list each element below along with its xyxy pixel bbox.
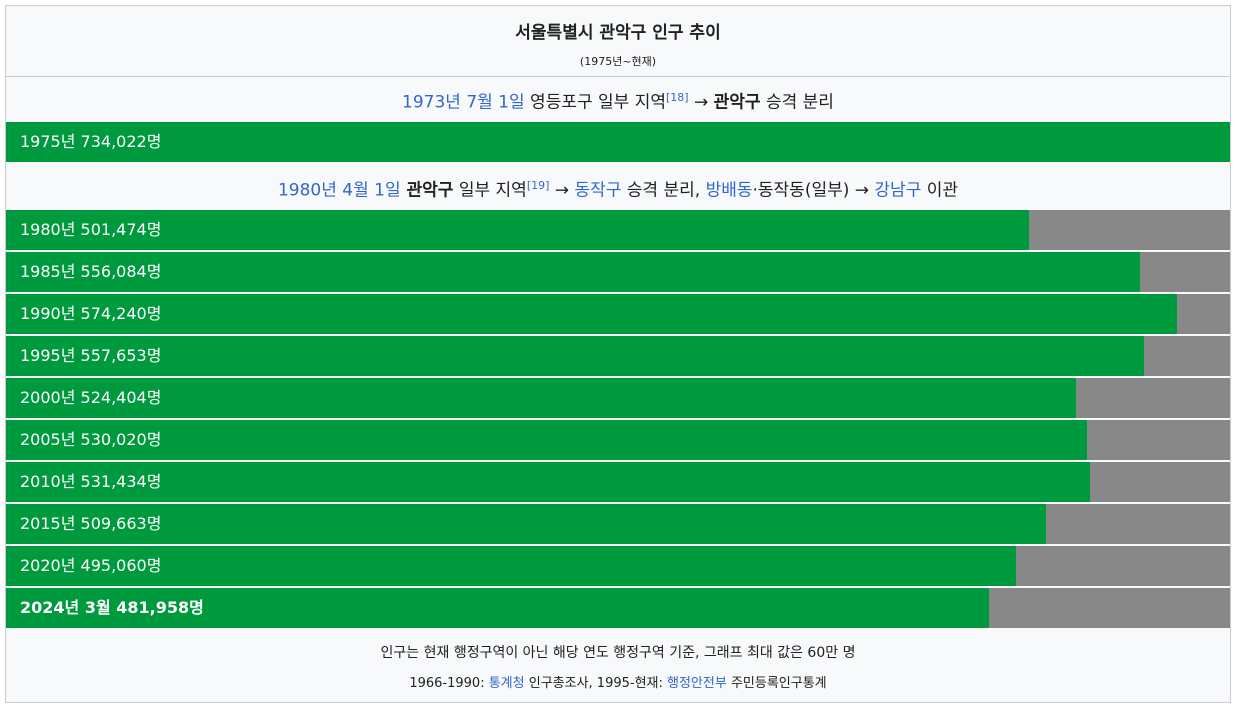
bar-label: 2005년 530,020명 <box>20 430 162 449</box>
bar-label: 2024년 3월 481,958명 <box>20 598 204 617</box>
ref-18[interactable]: [18] <box>666 91 689 104</box>
bar-row: 1995년 557,653명 <box>6 336 1230 376</box>
title-block: 서울특별시 관악구 인구 추이 (1975년~현재) <box>6 6 1230 77</box>
bar-label: 1975년 734,022명 <box>20 132 162 151</box>
bar-row: 2000년 524,404명 <box>6 378 1230 418</box>
bar-row: 1975년 734,022명 <box>6 122 1230 162</box>
bar-row: 2010년 531,434명 <box>6 462 1230 502</box>
note2-text-c: ·동작동(일부) → <box>752 180 875 201</box>
bar <box>6 252 1141 292</box>
bar-label: 1995년 557,653명 <box>20 346 162 365</box>
arrow: → <box>688 92 714 113</box>
note2-text-a: 일부 지역 <box>453 180 527 201</box>
note-1980: 1980년 4월 1일 관악구 일부 지역[19] → 동작구 승격 분리, 방… <box>6 166 1230 206</box>
link-interior-ministry[interactable]: 행정안전부 <box>667 676 727 691</box>
ref-19[interactable]: [19] <box>527 179 550 192</box>
link-bangbae-dong[interactable]: 방배동 <box>706 181 753 201</box>
bar-row: 2020년 495,060명 <box>6 546 1230 586</box>
note-1973: 1973년 7월 1일 영등포구 일부 지역[18] → 관악구 승격 분리 <box>6 78 1230 118</box>
bar-row: 2024년 3월 481,958명 <box>6 588 1230 628</box>
note1-bold: 관악구 <box>713 92 761 113</box>
bar <box>6 294 1178 334</box>
bar <box>6 504 1046 544</box>
bar-row: 2005년 530,020명 <box>6 420 1230 460</box>
arrow: → <box>549 180 575 201</box>
note2-text-d: 이관 <box>921 180 959 201</box>
bar-label: 2000년 524,404명 <box>20 388 162 407</box>
footer-sources: 1966-1990: 통계청 인구총조사, 1995-현재: 행정안전부 주민등… <box>6 672 1230 691</box>
link-dongjak-gu[interactable]: 동작구 <box>574 181 621 201</box>
bar <box>6 336 1144 376</box>
bar-label: 2020년 495,060명 <box>20 556 162 575</box>
note1-text-a: 영등포구 일부 지역 <box>524 92 666 113</box>
bar <box>6 122 1230 162</box>
footer-text-a: 1966-1990: <box>409 676 489 691</box>
bar <box>6 420 1088 460</box>
bar <box>6 378 1076 418</box>
bar-label: 1990년 574,240명 <box>20 304 162 323</box>
link-gangnam-gu[interactable]: 강남구 <box>874 181 921 201</box>
note2-text-b: 승격 분리, <box>621 180 706 201</box>
bar-row: 1990년 574,240명 <box>6 294 1230 334</box>
note2-bold: 관악구 <box>400 180 454 201</box>
chart-subtitle: (1975년~현재) <box>579 55 657 68</box>
note1-text-b: 승격 분리 <box>760 92 834 113</box>
bar-label: 2010년 531,434명 <box>20 472 162 491</box>
footer: 인구는 현재 행정구역이 아닌 해당 연도 행정구역 기준, 그래프 최대 값은… <box>6 630 1230 702</box>
date-link-1973[interactable]: 1973년 7월 1일 <box>402 93 525 113</box>
footer-note: 인구는 현재 행정구역이 아닌 해당 연도 행정구역 기준, 그래프 최대 값은… <box>380 645 856 661</box>
date-link-1980[interactable]: 1980년 4월 1일 <box>278 181 401 201</box>
bar-label: 1985년 556,084명 <box>20 262 162 281</box>
footer-text-b: 인구총조사, 1995-현재: <box>524 676 668 691</box>
link-statistics-korea[interactable]: 통계청 <box>489 676 525 691</box>
bar-label: 2015년 509,663명 <box>20 514 162 533</box>
bar <box>6 462 1091 502</box>
population-chart-box: 서울특별시 관악구 인구 추이 (1975년~현재) 1973년 7월 1일 영… <box>5 5 1231 703</box>
bar-row: 1980년 501,474명 <box>6 210 1230 250</box>
chart-title: 서울특별시 관악구 인구 추이 <box>515 23 721 43</box>
bar-row: 1985년 556,084명 <box>6 252 1230 292</box>
bar-label: 1980년 501,474명 <box>20 220 162 239</box>
footer-text-c: 주민등록인구통계 <box>726 676 827 691</box>
bar-row: 2015년 509,663명 <box>6 504 1230 544</box>
